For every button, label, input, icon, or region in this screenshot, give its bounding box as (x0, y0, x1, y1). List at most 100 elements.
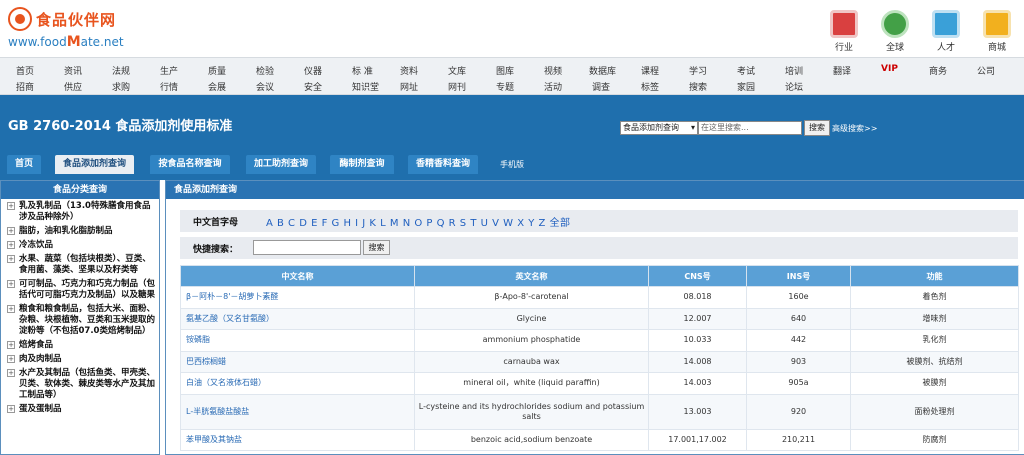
nav-row1-item[interactable]: 课程 (641, 64, 659, 77)
tab-flavor-query[interactable]: 香精香料查询 (408, 155, 478, 174)
nav-row1-item[interactable]: VIP (881, 64, 898, 74)
nav-row2-item[interactable]: 标签 (641, 80, 659, 93)
nav-row1-item[interactable]: 翻译 (833, 64, 851, 77)
tab-food-name-query[interactable]: 按食品名称查询 (150, 155, 230, 174)
people-icon (932, 10, 960, 38)
cell-function: 被膜剂、抗结剂 (850, 350, 1019, 373)
nav-row2-item[interactable]: 供应 (64, 80, 82, 93)
nav-row1-item[interactable]: 质量 (208, 64, 226, 77)
expand-icon[interactable]: + (7, 341, 15, 349)
expand-icon[interactable]: + (7, 202, 15, 210)
nav-row1-item[interactable]: 资讯 (64, 64, 82, 77)
nav-row2-item[interactable]: 行情 (160, 80, 178, 93)
site-search-button[interactable]: 搜索 (804, 120, 830, 136)
nav-row1-item[interactable]: 首页 (16, 64, 34, 77)
nav-row2-item[interactable]: 家园 (737, 80, 755, 93)
nav-row2-item[interactable]: 求购 (112, 80, 130, 93)
sidebar-category-label: 水产及其制品（包括鱼类、甲壳类、贝类、软体类、棘皮类等水产及其加工制品等） (19, 368, 156, 400)
nav-row1-item[interactable]: 考试 (737, 64, 755, 77)
logo-text-en: www.foodMate.net (8, 34, 124, 50)
site-header: 食品伙伴网 www.foodMate.net 行业 全球 人才 商城 (0, 0, 1024, 57)
expand-icon[interactable]: + (7, 355, 15, 363)
nav-row2-item[interactable]: 论坛 (785, 80, 803, 93)
cell-cn-name[interactable]: β－阿朴－8'－胡萝卜素醛 (180, 286, 415, 309)
talent-link[interactable]: 人才 (929, 10, 963, 53)
tab-home[interactable]: 首页 (7, 155, 41, 174)
nav-row2-item[interactable]: 活动 (544, 80, 562, 93)
nav-row2-item[interactable]: 网址 (400, 80, 418, 93)
nav-row1-item[interactable]: 图库 (496, 64, 514, 77)
nav-row1-item[interactable]: 公司 (977, 64, 995, 77)
nav-row1-item[interactable]: 数据库 (589, 64, 616, 77)
sidebar-category-item[interactable]: + 水产及其制品（包括鱼类、甲壳类、贝类、软体类、棘皮类等水产及其加工制品等） (7, 368, 157, 401)
expand-icon[interactable]: + (7, 369, 15, 377)
tab-processing-aid-query[interactable]: 加工助剂查询 (246, 155, 316, 174)
nav-row1-item[interactable]: 商务 (929, 64, 947, 77)
nav-row2-item[interactable]: 调查 (592, 80, 610, 93)
mall-link[interactable]: 商城 (980, 10, 1014, 53)
nav-row1-item[interactable]: 文库 (448, 64, 466, 77)
letter-filter-links[interactable]: A B C D E F G H I J K L M N O P Q R S T … (266, 214, 571, 229)
cell-en-name: β-Apo-8'-carotenal (414, 286, 649, 309)
cell-cn-name[interactable]: 白油（又名液体石蜡） (180, 372, 415, 395)
sidebar-category-item[interactable]: + 水果、蔬菜（包括块根类）、豆类、食用菌、藻类、坚果以及籽类等 (7, 254, 157, 276)
nav-row1-item[interactable]: 学习 (689, 64, 707, 77)
nav-row2-item[interactable]: 招商 (16, 80, 34, 93)
expand-icon[interactable]: + (7, 280, 15, 288)
nav-row2-item[interactable]: 网刊 (448, 80, 466, 93)
expand-icon[interactable]: + (7, 227, 15, 235)
nav-row2-item[interactable]: 会展 (208, 80, 226, 93)
cell-cn-name[interactable]: 苯甲酸及其钠盐 (180, 428, 415, 451)
expand-icon[interactable]: + (7, 255, 15, 263)
sidebar-category-item[interactable]: + 粮食和粮食制品，包括大米、面粉、杂粮、块根植物、豆类和玉米提取的淀粉等（不包括… (7, 304, 157, 337)
site-search-input[interactable]: 在这里搜索... (698, 121, 802, 135)
tab-additive-query[interactable]: 食品添加剂查询 (55, 155, 134, 174)
cell-cns: 13.003 (648, 393, 747, 430)
nav-row2-item[interactable]: 会议 (256, 80, 274, 93)
column-header-ins: INS号 (746, 265, 851, 287)
nav-row2-item[interactable]: 搜索 (689, 80, 707, 93)
tab-mobile[interactable]: 手机版 (492, 155, 532, 174)
cell-function: 面粉处理剂 (850, 393, 1019, 430)
nav-row1-item[interactable]: 资料 (400, 64, 418, 77)
tab-enzyme-query[interactable]: 酶制剂查询 (330, 155, 394, 174)
sidebar-category-item[interactable]: + 蛋及蛋制品 (7, 404, 157, 415)
cell-ins: 160e (746, 286, 851, 309)
sidebar-category-item[interactable]: + 脂肪，油和乳化脂肪制品 (7, 226, 157, 237)
logo-text-cn: 食品伙伴网 (36, 11, 117, 29)
advanced-search-link[interactable]: 高级搜索>> (832, 123, 877, 134)
sidebar-category-item[interactable]: + 肉及肉制品 (7, 354, 157, 365)
industry-link[interactable]: 行业 (827, 10, 861, 53)
expand-icon[interactable]: + (7, 241, 15, 249)
search-category-select[interactable]: 食品添加剂查询 (620, 121, 698, 135)
nav-row2-item[interactable]: 安全 (304, 80, 322, 93)
quick-search-input[interactable] (253, 240, 361, 255)
cell-cn-name[interactable]: 氨基乙酸（又名甘氨酸） (180, 307, 415, 330)
cell-cn-name[interactable]: 铵磷脂 (180, 329, 415, 352)
cell-cn-name[interactable]: 巴西棕榈蜡 (180, 350, 415, 373)
nav-row1-item[interactable]: 生产 (160, 64, 178, 77)
column-header-en-name: 英文名称 (414, 265, 649, 287)
nav-row1-item[interactable]: 视频 (544, 64, 562, 77)
nav-row1-item[interactable]: 标 准 (352, 64, 373, 77)
nav-row2-item[interactable]: 知识堂 (352, 80, 379, 93)
nav-row2-item[interactable]: 专题 (496, 80, 514, 93)
quick-search-button[interactable]: 搜索 (363, 240, 390, 255)
nav-row1-item[interactable]: 检验 (256, 64, 274, 77)
globe-icon (881, 10, 909, 38)
additive-table: 中文名称 英文名称 CNS号 INS号 功能 β－阿朴－8'－胡萝卜素醛 β-Ap… (180, 265, 1019, 451)
sidebar-category-item[interactable]: + 乳及乳制品（13.0特殊膳食用食品涉及品种除外） (7, 201, 157, 223)
expand-icon[interactable]: + (7, 305, 15, 313)
nav-row1-item[interactable]: 培训 (785, 64, 803, 77)
sidebar-category-item[interactable]: + 冷冻饮品 (7, 240, 157, 251)
sidebar-category-item[interactable]: + 焙烤食品 (7, 340, 157, 351)
cell-cn-name[interactable]: L-半胱氨酸盐酸盐 (180, 393, 415, 430)
expand-icon[interactable]: + (7, 405, 15, 413)
section-tabs: 首页 食品添加剂查询 按食品名称查询 加工助剂查询 酶制剂查询 香精香料查询 手… (0, 155, 1024, 174)
global-link[interactable]: 全球 (878, 10, 912, 53)
site-logo[interactable]: 食品伙伴网 www.foodMate.net (8, 7, 124, 50)
nav-row1-item[interactable]: 法规 (112, 64, 130, 77)
nav-row1-item[interactable]: 仪器 (304, 64, 322, 77)
sidebar-category-item[interactable]: + 可可制品、巧克力和巧克力制品（包括代可可脂巧克力及制品）以及糖果 (7, 279, 157, 301)
sidebar-category-label: 粮食和粮食制品，包括大米、面粉、杂粮、块根植物、豆类和玉米提取的淀粉等（不包括0… (19, 304, 156, 336)
